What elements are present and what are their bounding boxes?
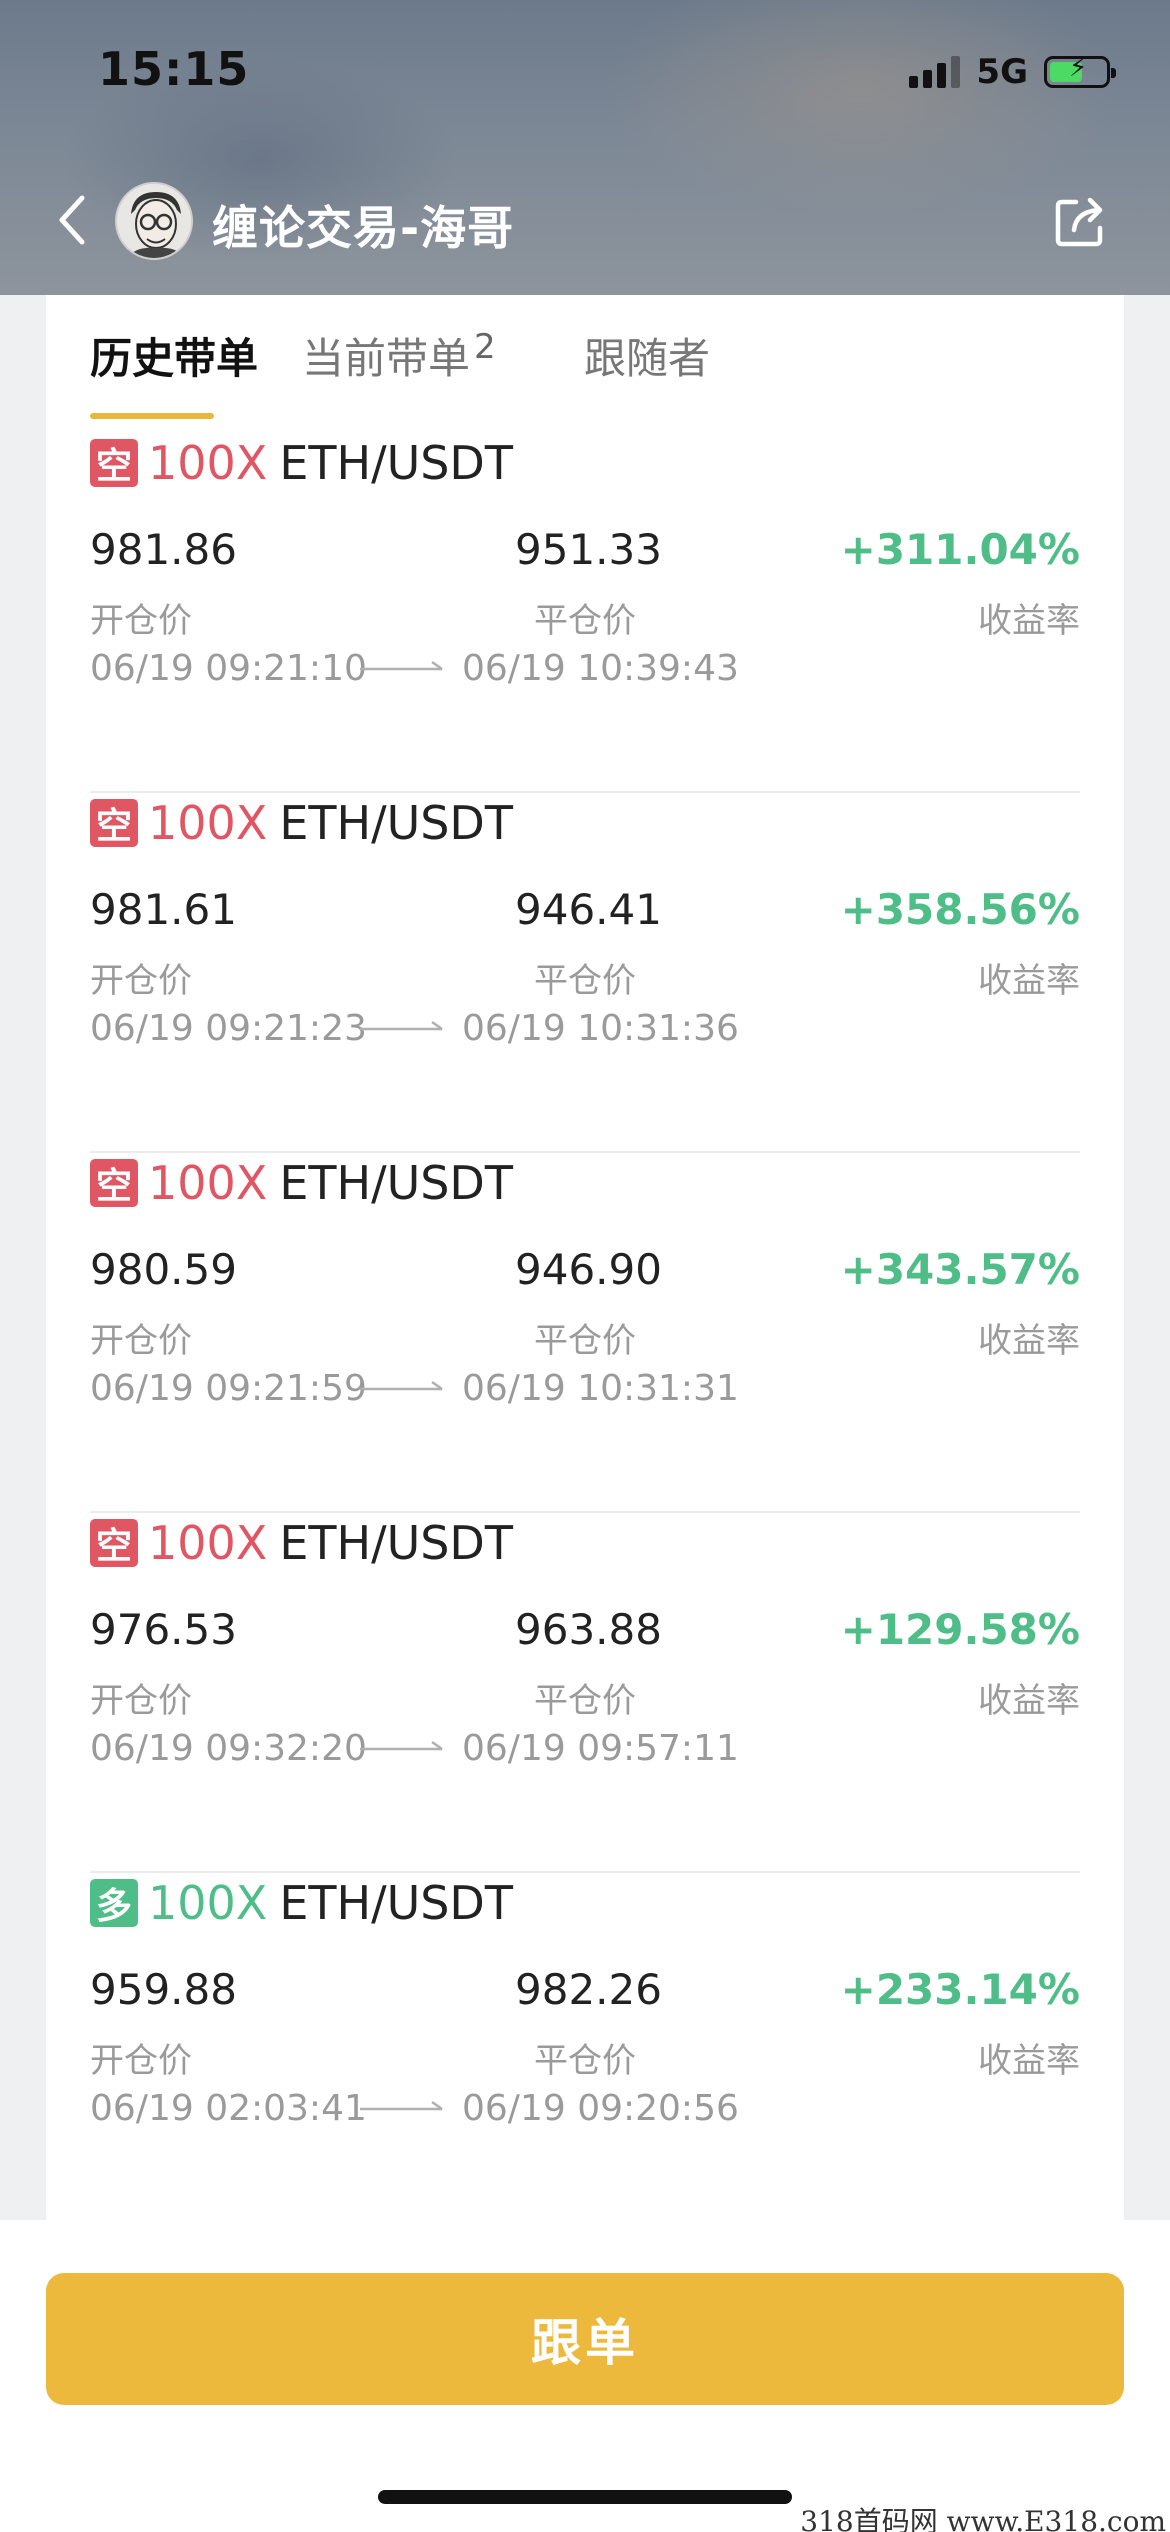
tab-history[interactable]: 历史带单 — [90, 325, 258, 386]
leverage: 100X — [148, 1156, 268, 1210]
trading-pair: ETH/USDT — [279, 796, 513, 850]
open-price-value: 959.88 — [90, 1965, 237, 2014]
yield-label: 收益率 — [978, 961, 1080, 1001]
tab-current-badge: 2 — [474, 327, 496, 367]
trading-pair: ETH/USDT — [279, 1876, 513, 1930]
yield-value: +343.57% — [840, 1245, 1080, 1294]
trade-item[interactable]: 空 100X ETH/USDT 980.59 946.90 +343.57% 开… — [90, 1153, 1080, 1513]
arrow-right-icon — [360, 2100, 443, 2111]
open-time: 06/19 02:03:41 — [90, 2088, 367, 2129]
tab-bar: 历史带单 当前带单 2 跟随者 — [90, 325, 1090, 425]
yield-value: +129.58% — [840, 1605, 1080, 1654]
signal-icon — [909, 56, 961, 88]
bottom-bar: 跟单 318首码网 www.E318.com — [0, 2220, 1170, 2532]
close-time: 06/19 10:31:36 — [462, 1008, 739, 1049]
trade-history-card: 历史带单 当前带单 2 跟随者 空 100X ETH/USDT 981.86 95… — [46, 295, 1124, 2220]
open-price-label: 开仓价 — [90, 2041, 192, 2081]
yield-label: 收益率 — [978, 1321, 1080, 1361]
trade-item[interactable]: 空 100X ETH/USDT 981.61 946.41 +358.56% 开… — [90, 793, 1080, 1153]
page-title: 缠论交易-海哥 — [212, 201, 515, 255]
close-time: 06/19 10:31:31 — [462, 1368, 739, 1409]
yield-label: 收益率 — [978, 2041, 1080, 2081]
trade-header: 空 100X ETH/USDT — [90, 793, 513, 853]
close-time: 06/19 10:39:43 — [462, 648, 739, 689]
open-price-value: 981.61 — [90, 885, 237, 934]
yield-label: 收益率 — [978, 1681, 1080, 1721]
side-tag: 空 — [90, 799, 138, 847]
open-time: 06/19 09:21:10 — [90, 648, 367, 689]
tab-followers[interactable]: 跟随者 — [584, 325, 710, 386]
close-price-label: 平仓价 — [534, 1681, 636, 1721]
status-time: 15:15 — [98, 42, 250, 96]
yield-value: +233.14% — [840, 1965, 1080, 2014]
leverage: 100X — [148, 1516, 268, 1570]
arrow-right-icon — [360, 660, 443, 671]
header: 15:15 5G ⚡ 缠论交易-海哥 — [0, 0, 1170, 295]
open-price-label: 开仓价 — [90, 961, 192, 1001]
share-icon[interactable] — [1052, 192, 1110, 250]
trade-header: 空 100X ETH/USDT — [90, 433, 513, 493]
open-price-value: 981.86 — [90, 525, 237, 574]
avatar-illustration — [117, 184, 191, 258]
tab-followers-label: 跟随者 — [584, 334, 711, 383]
close-price-label: 平仓价 — [534, 601, 636, 641]
open-price-value: 976.53 — [90, 1605, 237, 1654]
battery-icon: ⚡ — [1044, 53, 1116, 88]
side-tag: 空 — [90, 1159, 138, 1207]
tab-current-label: 当前带单 — [302, 334, 471, 383]
trading-pair: ETH/USDT — [279, 1516, 513, 1570]
open-price-label: 开仓价 — [90, 1321, 192, 1361]
trade-item[interactable]: 空 100X ETH/USDT 981.86 951.33 +311.04% 开… — [90, 433, 1080, 793]
leverage: 100X — [148, 1876, 268, 1930]
trade-item[interactable]: 空 100X ETH/USDT 976.53 963.88 +129.58% 开… — [90, 1513, 1080, 1873]
close-time: 06/19 09:57:11 — [462, 1728, 739, 1769]
network-label: 5G — [976, 52, 1028, 92]
home-indicator[interactable] — [378, 2490, 792, 2504]
arrow-right-icon — [360, 1020, 443, 1031]
trading-pair: ETH/USDT — [279, 1156, 513, 1210]
trade-header: 空 100X ETH/USDT — [90, 1153, 513, 1213]
close-price-value: 951.33 — [515, 525, 662, 574]
leverage: 100X — [148, 796, 268, 850]
close-price-label: 平仓价 — [534, 961, 636, 1001]
trade-item[interactable]: 多 100X ETH/USDT 959.88 982.26 +233.14% 开… — [90, 1873, 1080, 2220]
trading-pair: ETH/USDT — [279, 436, 513, 490]
nav-bar: 缠论交易-海哥 — [0, 170, 1170, 270]
close-price-value: 963.88 — [515, 1605, 662, 1654]
tab-history-label: 历史带单 — [90, 334, 259, 383]
arrow-right-icon — [360, 1380, 443, 1391]
arrow-right-icon — [360, 1740, 443, 1751]
open-price-value: 980.59 — [90, 1245, 237, 1294]
status-icons: 5G ⚡ — [909, 52, 1116, 92]
open-price-label: 开仓价 — [90, 1681, 192, 1721]
close-time: 06/19 09:20:56 — [462, 2088, 739, 2129]
yield-value: +311.04% — [840, 525, 1080, 574]
tab-indicator — [90, 413, 214, 419]
close-price-label: 平仓价 — [534, 1321, 636, 1361]
back-icon[interactable] — [50, 190, 100, 250]
close-price-value: 946.41 — [515, 885, 662, 934]
side-tag: 空 — [90, 439, 138, 487]
close-price-value: 946.90 — [515, 1245, 662, 1294]
avatar[interactable] — [115, 182, 193, 260]
open-price-label: 开仓价 — [90, 601, 192, 641]
watermark: 318首码网 www.E318.com — [800, 2505, 1166, 2532]
follow-button[interactable]: 跟单 — [46, 2273, 1124, 2405]
close-price-label: 平仓价 — [534, 2041, 636, 2081]
tab-current[interactable]: 当前带单 2 — [302, 325, 496, 386]
open-time: 06/19 09:21:23 — [90, 1008, 367, 1049]
leverage: 100X — [148, 436, 268, 490]
side-tag: 空 — [90, 1519, 138, 1567]
trade-header: 空 100X ETH/USDT — [90, 1513, 513, 1573]
close-price-value: 982.26 — [515, 1965, 662, 2014]
open-time: 06/19 09:32:20 — [90, 1728, 367, 1769]
yield-value: +358.56% — [840, 885, 1080, 934]
side-tag: 多 — [90, 1879, 138, 1927]
open-time: 06/19 09:21:59 — [90, 1368, 367, 1409]
yield-label: 收益率 — [978, 601, 1080, 641]
trade-header: 多 100X ETH/USDT — [90, 1873, 513, 1933]
